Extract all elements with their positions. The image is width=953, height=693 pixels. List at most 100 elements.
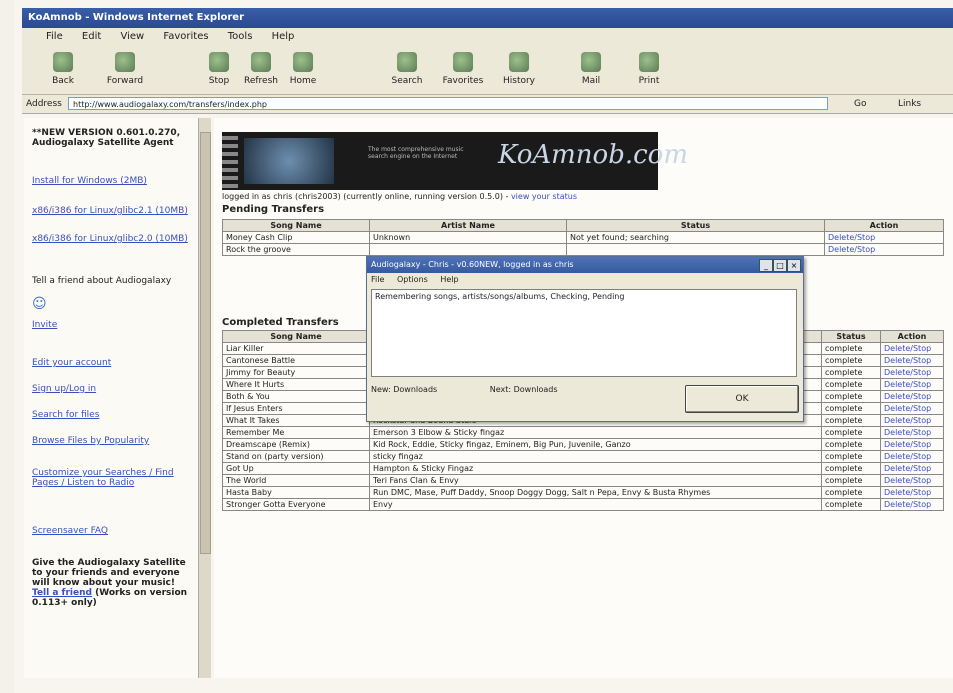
completed-cell: Where It Hurts bbox=[222, 378, 370, 391]
search-icon bbox=[397, 52, 417, 72]
completed-cell-action: Delete/Stop bbox=[880, 474, 944, 487]
completed-delete-link[interactable]: Delete/Stop bbox=[884, 368, 931, 377]
sidebar-link-browse[interactable]: Browse Files by Popularity bbox=[32, 436, 149, 446]
completed-cell: Jimmy for Beauty bbox=[222, 366, 370, 379]
favorites-icon bbox=[453, 52, 473, 72]
dialog-menu-options[interactable]: Options bbox=[397, 275, 428, 284]
invite-text: Tell a friend about Audiogalaxy bbox=[32, 276, 172, 286]
invite-link[interactable]: Invite bbox=[32, 320, 57, 330]
dialog-ok-button[interactable]: OK bbox=[685, 385, 799, 413]
completed-delete-link[interactable]: Delete/Stop bbox=[884, 392, 931, 401]
completed-cell: Got Up bbox=[222, 462, 370, 475]
pending-delete-link[interactable]: Delete/Stop bbox=[828, 233, 875, 242]
smile-icon: ☺ bbox=[32, 296, 47, 312]
pending-col-song: Song Name bbox=[222, 219, 370, 232]
completed-delete-link[interactable]: Delete/Stop bbox=[884, 440, 931, 449]
dialog-menu: File Options Help bbox=[367, 273, 803, 287]
back-icon bbox=[53, 52, 73, 72]
completed-delete-link[interactable]: Delete/Stop bbox=[884, 344, 931, 353]
sidebar-link-search[interactable]: Search for files bbox=[32, 410, 99, 420]
banner-photo bbox=[244, 138, 334, 184]
completed-delete-link[interactable]: Delete/Stop bbox=[884, 500, 931, 509]
completed-delete-link[interactable]: Delete/Stop bbox=[884, 428, 931, 437]
menu-view[interactable]: View bbox=[120, 31, 144, 42]
completed-cell-action: Delete/Stop bbox=[880, 498, 944, 511]
view-status-link[interactable]: view your status bbox=[511, 192, 577, 201]
completed-row: Stronger Gotta Everyone Envy complete Delet… bbox=[222, 498, 944, 511]
banner-tagline: The most comprehensive music search engi… bbox=[368, 146, 464, 160]
pending-delete-link[interactable]: Delete/Stop bbox=[828, 245, 875, 254]
completed-cell: Dreamscape (Remix) bbox=[222, 438, 370, 451]
links-button[interactable]: Links bbox=[898, 95, 921, 113]
dialog-maximize-button[interactable]: □ bbox=[773, 259, 787, 272]
completed-cell: complete bbox=[821, 414, 881, 427]
linux-download-link-2[interactable]: x86/i386 for Linux/glibc2.0 (10MB) bbox=[32, 234, 188, 244]
completed-cell: Both & You bbox=[222, 390, 370, 403]
pending-title: Pending Transfers bbox=[222, 204, 325, 215]
completed-delete-link[interactable]: Delete/Stop bbox=[884, 416, 931, 425]
completed-cell: complete bbox=[821, 402, 881, 415]
home-button[interactable]: Home bbox=[274, 52, 332, 86]
completed-cell: Cantonese Battle bbox=[222, 354, 370, 367]
completed-cell: Emerson 3 Elbow & Sticky fingaz bbox=[369, 426, 822, 439]
scrollbar-thumb[interactable] bbox=[200, 132, 211, 554]
home-icon bbox=[293, 52, 313, 72]
pending-rows: Money Cash Clip Unknown Not yet found; sea… bbox=[222, 231, 944, 256]
completed-cell-action: Delete/Stop bbox=[880, 426, 944, 439]
pending-table: Song Name Artist Name Status Action Mone… bbox=[222, 219, 944, 256]
pending-cell: Not yet found; searching bbox=[566, 231, 825, 244]
dialog-close-icon[interactable]: × bbox=[787, 259, 801, 272]
search-button[interactable]: Search bbox=[378, 52, 436, 86]
dialog-minimize-button[interactable]: _ bbox=[759, 259, 773, 272]
completed-delete-link[interactable]: Delete/Stop bbox=[884, 464, 931, 473]
completed-delete-link[interactable]: Delete/Stop bbox=[884, 356, 931, 365]
windows-download-link[interactable]: Install for Windows (2MB) bbox=[32, 176, 147, 186]
sidebar-link-login[interactable]: Sign up/Log in bbox=[32, 384, 96, 394]
history-button[interactable]: History bbox=[490, 52, 548, 86]
pending-col-artist: Artist Name bbox=[369, 219, 567, 232]
menu-tools[interactable]: Tools bbox=[228, 31, 253, 42]
promo-link[interactable]: Tell a friend bbox=[32, 588, 92, 598]
completed-delete-link[interactable]: Delete/Stop bbox=[884, 404, 931, 413]
pending-col-action: Action bbox=[824, 219, 944, 232]
completed-delete-link[interactable]: Delete/Stop bbox=[884, 476, 931, 485]
completed-cell: sticky fingaz bbox=[369, 450, 822, 463]
menu-edit[interactable]: Edit bbox=[82, 31, 101, 42]
menu-favorites[interactable]: Favorites bbox=[163, 31, 208, 42]
completed-delete-link[interactable]: Delete/Stop bbox=[884, 488, 931, 497]
print-button[interactable]: Print bbox=[620, 52, 678, 86]
sidebar-link-faq[interactable]: Screensaver FAQ bbox=[32, 526, 108, 536]
completed-cell: Teri Fans Clan & Envy bbox=[369, 474, 822, 487]
completed-cell: Envy bbox=[369, 498, 822, 511]
linux-download-link-1[interactable]: x86/i386 for Linux/glibc2.1 (10MB) bbox=[32, 206, 188, 216]
go-button[interactable]: Go bbox=[854, 95, 866, 113]
completed-cell: complete bbox=[821, 486, 881, 499]
refresh-icon bbox=[251, 52, 271, 72]
login-status: logged in as chris (chris2003) (currentl… bbox=[222, 192, 578, 201]
completed-row: Hasta Baby Run DMC, Mase, Puff Daddy, Sno… bbox=[222, 486, 944, 499]
dialog-menu-file[interactable]: File bbox=[371, 275, 384, 284]
sidebar-scrollbar[interactable] bbox=[198, 118, 211, 678]
completed-cell-action: Delete/Stop bbox=[880, 414, 944, 427]
sidebar-link-account[interactable]: Edit your account bbox=[32, 358, 111, 368]
favorites-button[interactable]: Favorites bbox=[434, 52, 492, 86]
completed-delete-link[interactable]: Delete/Stop bbox=[884, 452, 931, 461]
completed-title: Completed Transfers bbox=[222, 317, 339, 328]
address-input[interactable]: http://www.audiogalaxy.com/transfers/ind… bbox=[68, 97, 828, 110]
dialog-log[interactable]: Remembering songs, artists/songs/albums,… bbox=[371, 289, 797, 377]
completed-cell: complete bbox=[821, 390, 881, 403]
menu-file[interactable]: File bbox=[46, 31, 63, 42]
window-title: KoAmnob - Windows Internet Explorer bbox=[22, 8, 953, 28]
menu-help[interactable]: Help bbox=[272, 31, 295, 42]
sidebar-link-customize[interactable]: Customize your Searches / Find Pages / L… bbox=[32, 468, 174, 488]
sidebar: **NEW VERSION 0.601.0.270, Audiogalaxy S… bbox=[24, 118, 206, 678]
completed-delete-link[interactable]: Delete/Stop bbox=[884, 380, 931, 389]
dialog-menu-help[interactable]: Help bbox=[440, 275, 458, 284]
mail-button[interactable]: Mail bbox=[562, 52, 620, 86]
forward-button[interactable]: Forward bbox=[96, 52, 154, 86]
completed-col-status: Status bbox=[821, 330, 881, 343]
version-text: **NEW VERSION 0.601.0.270, Audiogalaxy S… bbox=[32, 128, 181, 148]
back-button[interactable]: Back bbox=[34, 52, 92, 86]
completed-cell: Remember Me bbox=[222, 426, 370, 439]
pending-col-status: Status bbox=[566, 219, 825, 232]
